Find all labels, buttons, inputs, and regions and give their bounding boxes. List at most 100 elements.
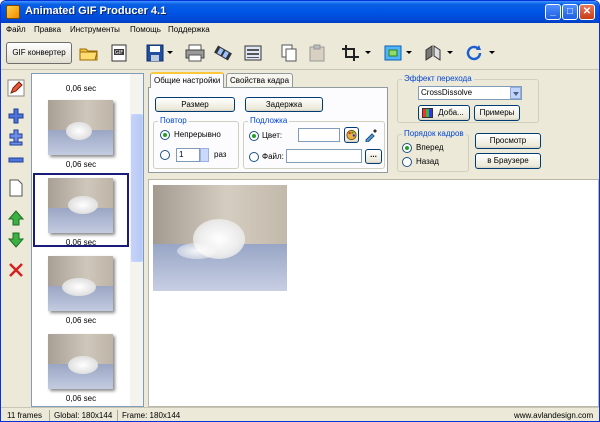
background-file-input[interactable] [286,149,362,163]
transition-group-title: Эффект перехода [402,74,474,83]
print-icon[interactable] [185,44,205,62]
frame-thumbnail[interactable] [48,100,113,155]
frame-order-group: Порядок кадров Вперед Назад [397,129,469,172]
frame-list[interactable]: 0,06 sec 0,06 sec 0,06 sec 0,06 sec 0,06… [31,73,144,407]
background-file-label: Файл: [262,152,284,161]
background-color-radio[interactable] [249,131,259,141]
status-global-size: Global: 180x144 [54,411,113,420]
minimize-icon[interactable]: _ [545,4,561,20]
resize-dropdown-icon[interactable] [406,51,412,54]
svg-text:GIF: GIF [115,50,123,56]
frame-thumbnail[interactable] [48,334,113,389]
resize-image-icon[interactable] [383,44,403,62]
order-backward-radio[interactable] [402,157,412,167]
title-bar[interactable]: Animated GIF Producer 4.1 _ □ ✕ [1,1,599,23]
delete-icon[interactable] [7,261,25,279]
browser-preview-button[interactable]: в Браузере [475,153,541,169]
general-settings-panel: Размер Задержка Повтор Непрерывно 1 раз … [148,87,388,173]
flip-icon[interactable] [423,44,443,62]
gif-converter-button[interactable]: GIF конвертер [6,42,72,64]
status-frame-size: Frame: 180x144 [122,411,181,420]
save-icon[interactable] [145,44,165,62]
scrollbar-thumb[interactable] [131,114,143,262]
repeat-continuous-radio[interactable] [160,130,170,140]
background-group-title: Подложка [248,116,290,125]
frame-thumbnail[interactable] [48,256,113,311]
copy-icon[interactable] [279,44,299,62]
transition-select[interactable]: CrossDissolve [418,86,522,100]
menu-help[interactable]: Помощь [130,25,161,34]
repeat-continuous-label: Непрерывно [174,130,221,139]
flip-dropdown-icon[interactable] [447,51,453,54]
background-color-label: Цвет: [262,131,283,140]
frame-delay-label: 0,06 sec [65,84,97,93]
transition-preview-icon [422,108,433,118]
add-transition-label: Доба... [438,108,464,117]
frame-strip-icon[interactable] [243,44,263,62]
delay-button[interactable]: Задержка [245,97,323,112]
background-browse-button[interactable]: ... [365,149,382,164]
order-backward-label: Назад [416,157,439,166]
chevron-down-icon[interactable] [510,87,521,99]
repeat-group: Повтор Непрерывно 1 раз [153,116,239,169]
add-transition-button[interactable]: Доба... [418,105,470,121]
frame-preview-area[interactable] [148,179,599,407]
rotate-icon[interactable] [465,44,485,62]
color-palette-button[interactable] [344,127,359,143]
settings-panel: Общие настройки Свойства кадра Размер За… [148,72,388,173]
frame-delay-label: 0,06 sec [65,316,97,325]
order-forward-label: Вперед [416,143,444,152]
close-icon[interactable]: ✕ [579,4,595,20]
status-bar: 11 frames Global: 180x144 Frame: 180x144… [1,407,599,421]
repeat-count-input[interactable]: 1 [176,148,200,162]
tab-general-settings[interactable]: Общие настройки [150,72,225,88]
crop-icon[interactable] [341,44,361,62]
film-icon[interactable] [213,44,233,62]
tab-frame-properties[interactable]: Свойства кадра [226,73,294,88]
add-multiple-icon[interactable] [7,129,25,147]
preview-button[interactable]: Просмотр [475,133,541,149]
frame-order-group-title: Порядок кадров [402,129,466,138]
transition-group: Эффект перехода CrossDissolve Доба... Пр… [397,74,539,123]
size-button[interactable]: Размер [155,97,235,112]
frame-delay-label: 0,06 sec [65,238,97,247]
move-down-icon[interactable] [7,231,25,249]
palette-icon [346,129,357,141]
status-frame-count: 11 frames [7,411,42,420]
menu-tools[interactable]: Инструменты [70,25,120,34]
rotate-dropdown-icon[interactable] [489,51,495,54]
menu-bar: Файл Правка Инструменты Помощь Поддержка [1,23,599,37]
gif-file-icon[interactable]: GIF [109,44,129,62]
crop-dropdown-icon[interactable] [365,51,371,54]
repeat-count-unit: раз [214,150,227,159]
frame-list-scrollbar[interactable] [130,74,143,406]
repeat-count-spinner[interactable] [200,148,209,162]
frame-tools [5,77,29,405]
menu-edit[interactable]: Правка [34,25,61,34]
background-file-radio[interactable] [249,152,259,162]
frame-delay-label: 0,06 sec [65,160,97,169]
app-window: Animated GIF Producer 4.1 _ □ ✕ Файл Пра… [0,0,600,422]
order-forward-radio[interactable] [402,143,412,153]
add-frame-icon[interactable] [7,107,25,125]
new-page-icon[interactable] [7,179,25,197]
maximize-icon[interactable]: □ [562,4,578,20]
remove-frame-icon[interactable] [7,151,25,169]
menu-support[interactable]: Поддержка [168,25,210,34]
paste-icon[interactable] [307,44,327,62]
edit-pen-icon[interactable] [7,79,25,97]
frame-thumbnail[interactable] [48,178,113,233]
frame-delay-label: 0,06 sec [65,394,97,403]
menu-file[interactable]: Файл [6,25,26,34]
background-group: Подложка Цвет: Файл: ... [243,116,385,169]
open-folder-icon[interactable] [79,44,99,62]
save-dropdown-icon[interactable] [167,51,173,54]
examples-button[interactable]: Примеры [474,105,520,121]
main-toolbar: GIF конвертер GIF [1,38,599,70]
app-icon [6,5,20,19]
move-up-icon[interactable] [7,209,25,227]
eyedropper-icon[interactable] [364,128,378,143]
window-title: Animated GIF Producer 4.1 [25,5,167,17]
repeat-count-radio[interactable] [160,150,170,160]
background-color-swatch[interactable] [298,128,340,142]
